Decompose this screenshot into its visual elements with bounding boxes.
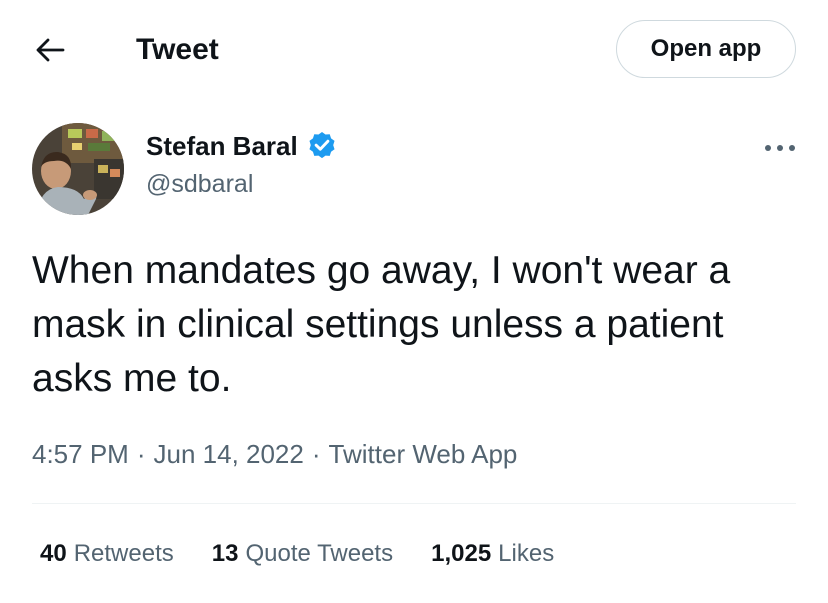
retweets-label: Retweets: [73, 540, 174, 567]
author-name-row: Stefan Baral: [146, 128, 338, 164]
arrow-left-icon: [36, 38, 65, 62]
likes-stat[interactable]: 1,025 Likes: [431, 536, 554, 572]
tweet-date[interactable]: Jun 14, 2022: [154, 439, 304, 469]
author-name[interactable]: Stefan Baral: [146, 128, 298, 164]
retweets-count: 40: [40, 540, 67, 567]
tweet-source[interactable]: Twitter Web App: [329, 439, 518, 469]
likes-label: Likes: [498, 540, 555, 567]
divider: [32, 503, 796, 504]
likes-count: 1,025: [431, 540, 492, 567]
quote-tweets-label: Quote Tweets: [245, 540, 394, 567]
top-bar: Tweet Open app: [0, 0, 828, 100]
meta-separator: ·: [136, 439, 146, 469]
quote-tweets-count: 13: [211, 540, 239, 567]
quote-tweets-stat[interactable]: 13 Quote Tweets: [212, 536, 393, 572]
tweet-meta: 4:57 PM · Jun 14, 2022 · Twitter Web App: [32, 436, 517, 472]
page-title: Tweet: [136, 33, 219, 66]
verified-badge-icon: [306, 130, 338, 162]
more-dots-icon: [765, 145, 795, 151]
tweet-text: When mandates go away, I won't wear a ma…: [32, 249, 731, 400]
meta-separator: ·: [311, 439, 321, 469]
tweet-time[interactable]: 4:57 PM: [32, 439, 129, 469]
back-button[interactable]: [30, 30, 70, 70]
author-handle[interactable]: @sdbaral: [146, 168, 253, 200]
more-options-button[interactable]: [760, 136, 800, 160]
retweets-stat[interactable]: 40 Retweets: [40, 536, 174, 572]
open-app-button[interactable]: Open app: [616, 20, 796, 78]
avatar-photo: [32, 123, 124, 215]
avatar[interactable]: [32, 123, 124, 215]
tweet-stats: 40 Retweets 13 Quote Tweets 1,025 Likes: [40, 536, 592, 572]
